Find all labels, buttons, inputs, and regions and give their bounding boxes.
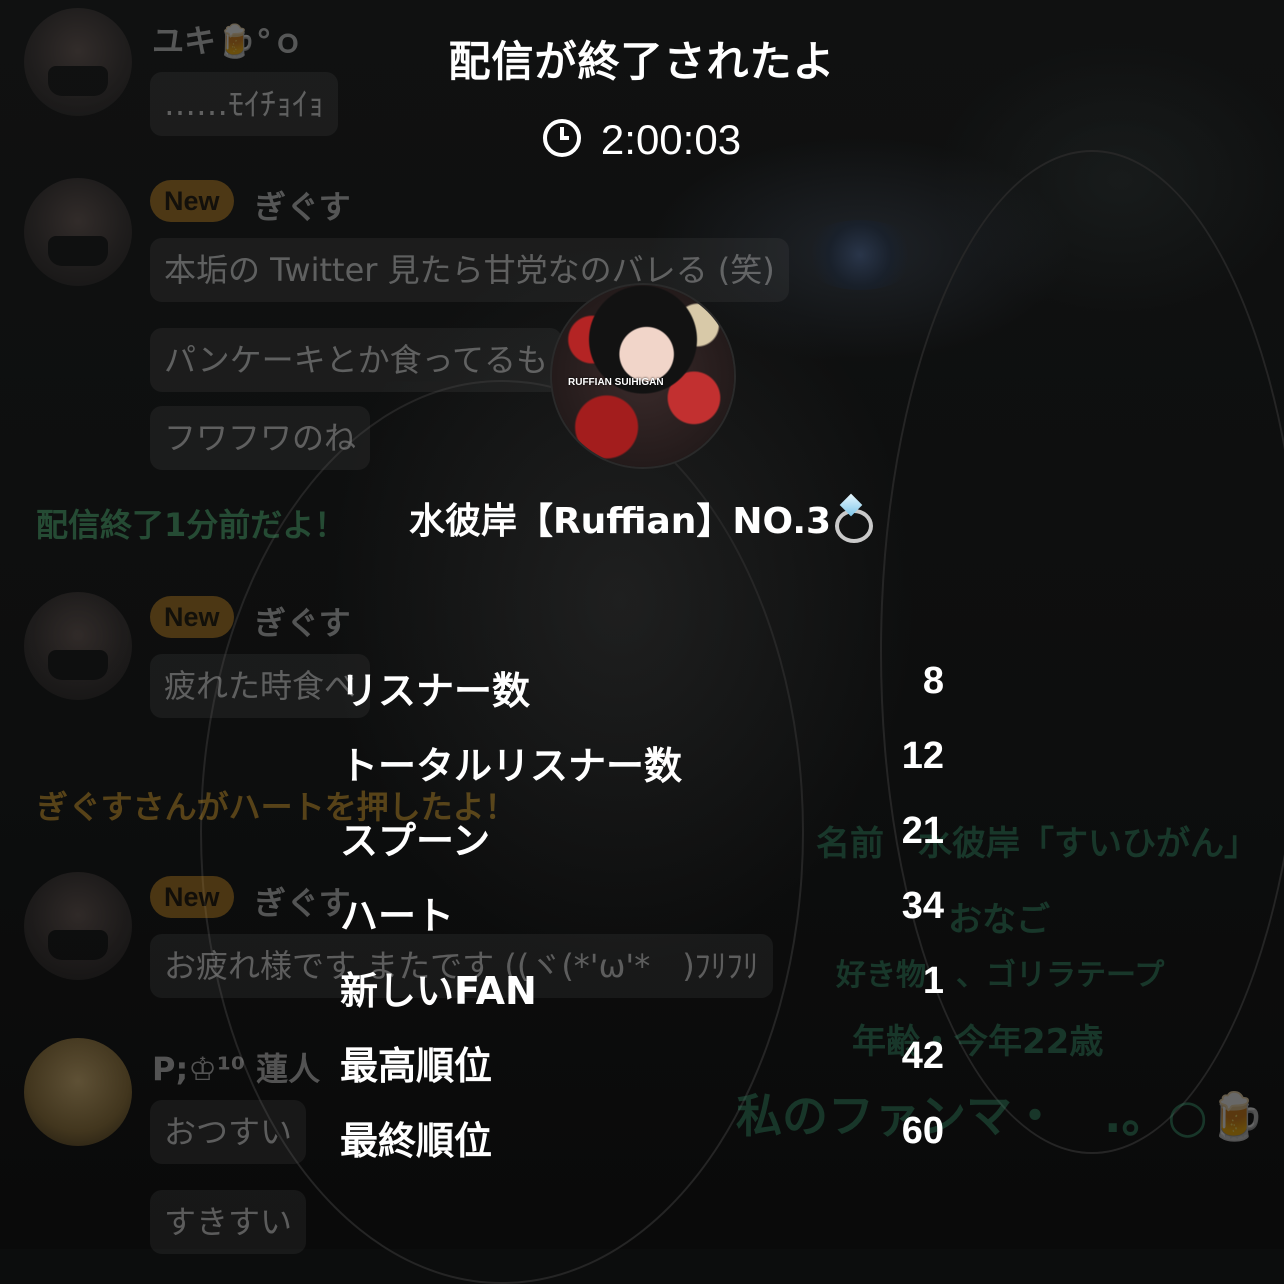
stat-row-listeners: リスナー数 8 xyxy=(340,660,944,735)
chat-message: フワフワのね xyxy=(150,406,371,470)
chat-username: ぎぐす xyxy=(254,188,351,226)
stream-ended-title: 配信が終了されたよ xyxy=(448,37,836,86)
stat-label: 最高順位 xyxy=(340,1044,493,1088)
stat-value: 21 xyxy=(901,810,944,852)
stream-stats: リスナー数 8 トータルリスナー数 12 スプーン 21 ハート 34 新しいF… xyxy=(340,660,944,1185)
stat-label: ハート xyxy=(340,894,455,938)
avatar[interactable] xyxy=(24,592,132,700)
host-avatar[interactable]: RUFFIAN SUIHIGAN xyxy=(552,285,734,467)
chat-message: 疲れた時食べ xyxy=(150,654,371,718)
stat-label: 新しいFAN xyxy=(340,969,537,1013)
stat-row-final-rank: 最終順位 60 xyxy=(340,1110,944,1185)
avatar[interactable] xyxy=(24,872,132,980)
host-name: 水彼岸【Ruffian】NO.3 xyxy=(408,501,832,542)
chat-username: ぎぐす xyxy=(254,884,351,922)
new-badge: New xyxy=(150,180,234,222)
duration-value: 2:00:03 xyxy=(600,116,742,163)
new-badge: New xyxy=(150,876,234,918)
stat-value: 34 xyxy=(901,885,944,927)
new-badge: New xyxy=(150,596,234,638)
stat-row-spoons: スプーン 21 xyxy=(340,810,944,885)
stat-label: スプーン xyxy=(340,819,491,863)
stream-duration: 2:00:03 xyxy=(0,116,1284,164)
host-avatar-logo-text: RUFFIAN SUIHIGAN xyxy=(568,377,664,388)
chat-message: パンケーキとか食ってるも xyxy=(150,328,563,392)
background-profile-gender: おなご xyxy=(948,900,1050,940)
stat-row-hearts: ハート 34 xyxy=(340,885,944,960)
chat-username: P;♔¹⁰ 蓮人 xyxy=(152,1050,321,1088)
host-name-row: 水彼岸【Ruffian】NO.3 xyxy=(0,492,1284,544)
avatar[interactable] xyxy=(24,1038,132,1146)
stat-row-highest-rank: 最高順位 42 xyxy=(340,1035,944,1110)
stat-value: 1 xyxy=(922,960,944,1002)
stat-value: 42 xyxy=(901,1035,944,1077)
avatar[interactable] xyxy=(24,178,132,286)
stat-row-total-listeners: トータルリスナー数 12 xyxy=(340,735,944,810)
stat-value: 60 xyxy=(901,1110,944,1152)
chat-username: ぎぐす xyxy=(254,604,351,642)
stat-value: 12 xyxy=(901,735,944,777)
chat-message: すきすい xyxy=(150,1190,307,1254)
clock-icon xyxy=(542,119,581,157)
stat-row-new-fans: 新しいFAN 1 xyxy=(340,960,944,1035)
stat-label: リスナー数 xyxy=(340,669,531,713)
stat-label: 最終順位 xyxy=(340,1119,493,1163)
chat-message: おつすい xyxy=(150,1100,307,1164)
stat-value: 8 xyxy=(922,660,944,702)
chat-message: 本垢の Twitter 見たら甘党なのバレる (笑) xyxy=(150,238,789,302)
ring-icon xyxy=(831,495,875,543)
stat-label: トータルリスナー数 xyxy=(340,744,683,788)
